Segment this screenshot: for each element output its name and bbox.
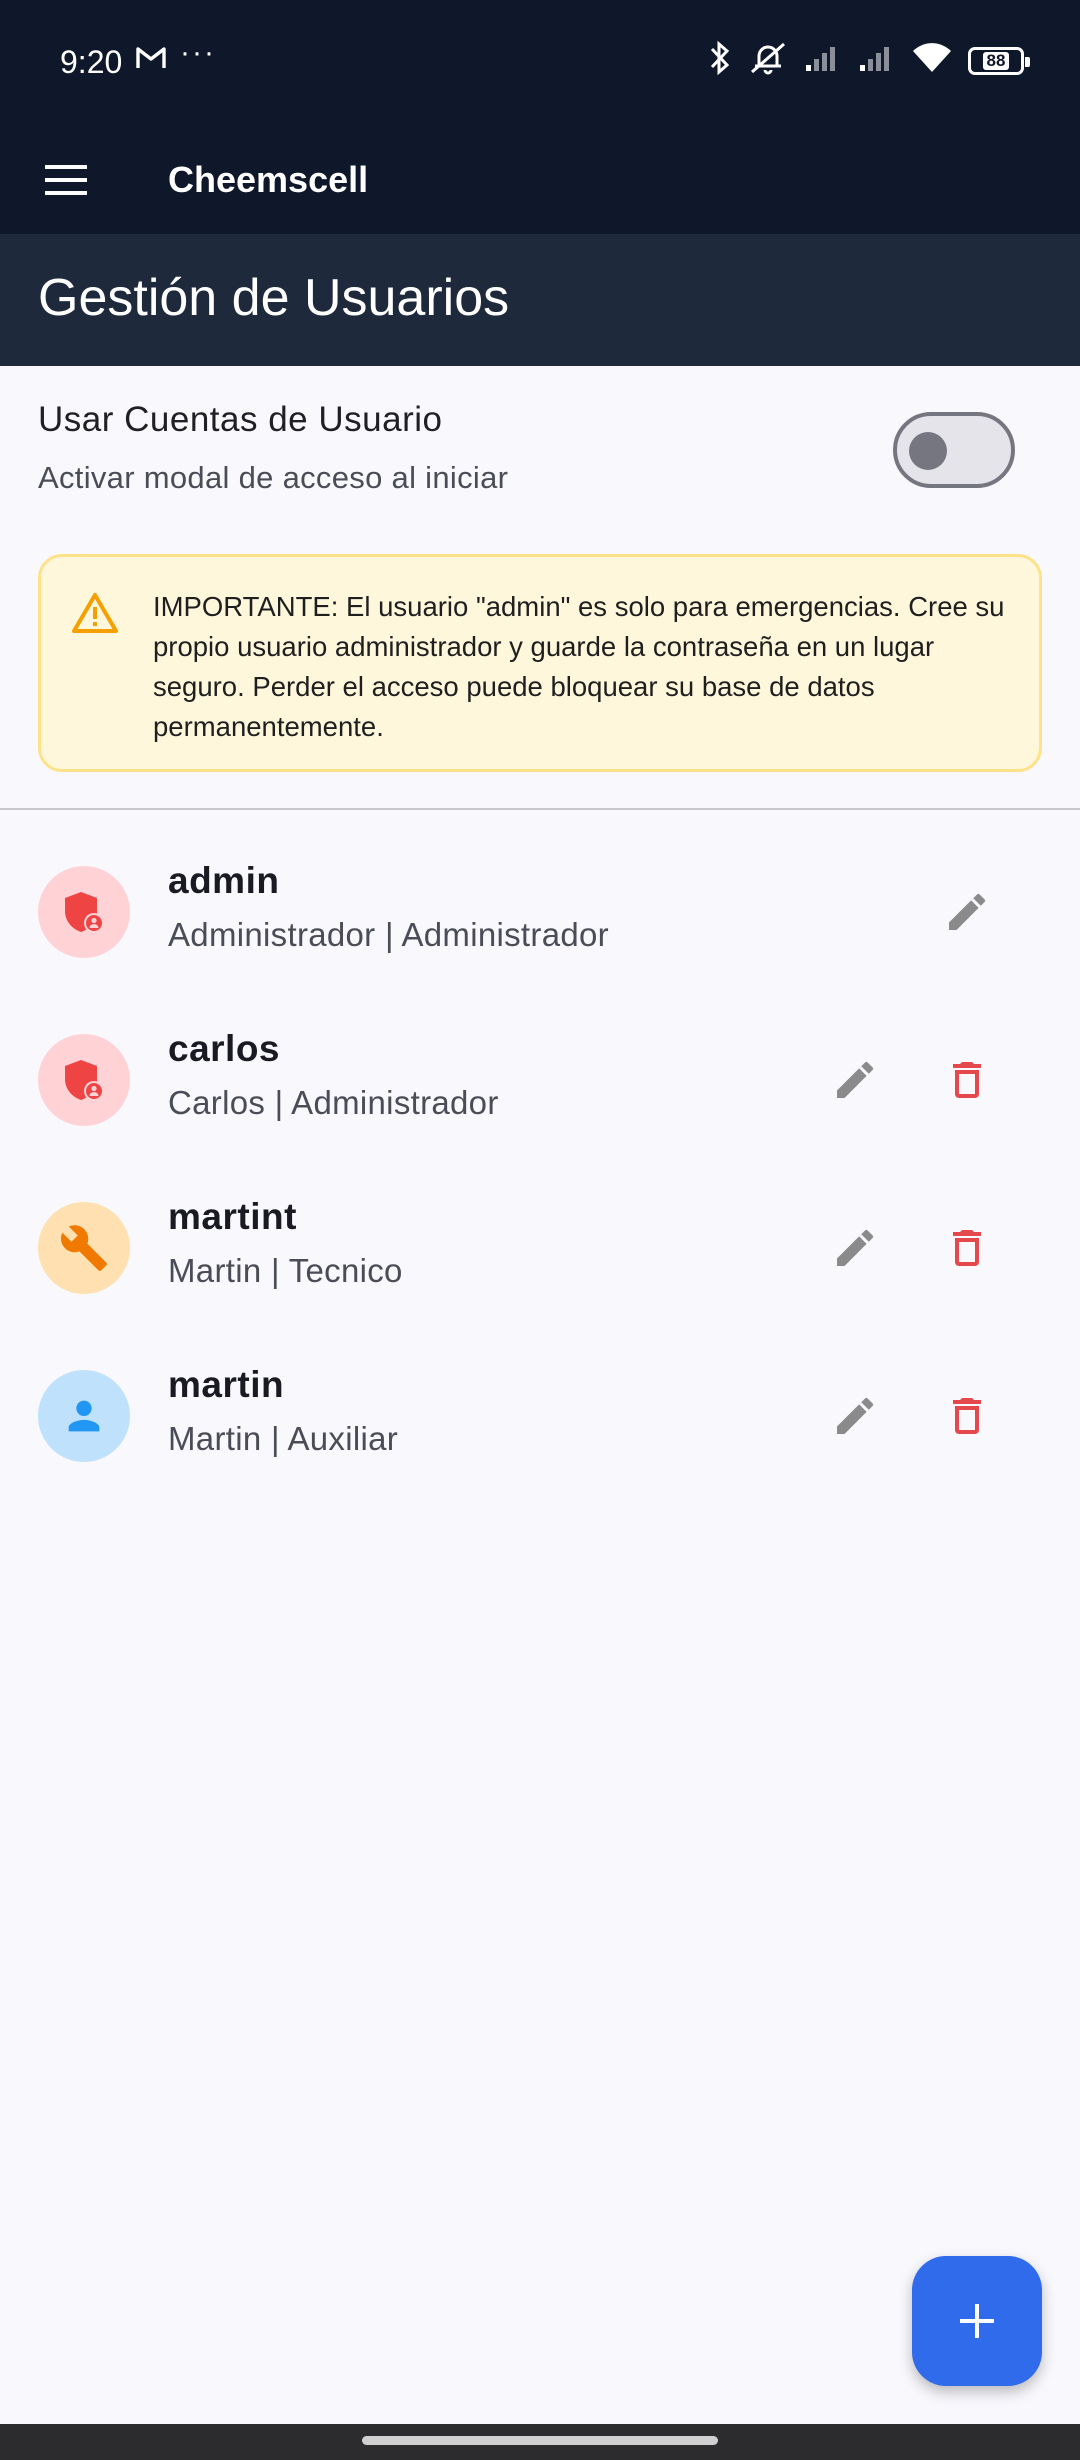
- user-details: Martin | Auxiliar: [168, 1420, 399, 1457]
- user-details: Carlos | Administrador: [168, 1084, 499, 1121]
- admin-shield-icon: [65, 1060, 104, 1101]
- avatar: [38, 1370, 130, 1462]
- user-accounts-toggle[interactable]: [893, 412, 1015, 488]
- battery-level: 88: [982, 51, 1010, 70]
- status-time: 9:20: [60, 44, 123, 80]
- divider: [0, 808, 1080, 810]
- home-gesture-handle[interactable]: [362, 2436, 718, 2445]
- battery-icon: 88: [968, 46, 1030, 75]
- setting-title: Usar Cuentas de Usuario: [38, 400, 443, 439]
- add-icon: [960, 2304, 994, 2338]
- user-name: admin: [168, 860, 280, 901]
- edit-button[interactable]: [815, 1376, 895, 1456]
- user-name: martin: [168, 1364, 285, 1405]
- user-details: Martin | Tecnico: [168, 1252, 403, 1289]
- toggle-knob: [909, 432, 947, 470]
- avatar: [38, 1034, 130, 1126]
- warning-icon: [71, 591, 119, 640]
- more-notifications-icon: ···: [180, 36, 216, 69]
- status-icons: 88: [708, 40, 1030, 81]
- user-row-carlos[interactable]: carlos Carlos | Administrador: [0, 998, 1080, 1166]
- trash-icon: [953, 1230, 981, 1266]
- wrench-icon: [60, 1225, 107, 1271]
- warning-text: IMPORTANTE: El usuario "admin" es solo p…: [153, 591, 1005, 742]
- app-bar: Cheemscell: [0, 128, 1080, 234]
- system-nav-bar: [0, 2424, 1080, 2460]
- trash-icon: [953, 1062, 981, 1098]
- app-title: Cheemscell: [168, 159, 369, 200]
- edit-button[interactable]: [815, 1208, 895, 1288]
- menu-icon: [45, 165, 87, 195]
- avatar: [38, 866, 130, 958]
- status-bar: 9:20 ··· 88: [0, 0, 1080, 128]
- wifi-icon: [912, 42, 952, 79]
- setting-subtitle: Activar modal de acceso al iniciar: [38, 460, 509, 495]
- menu-button[interactable]: [36, 150, 96, 210]
- edit-button[interactable]: [927, 872, 1007, 952]
- person-icon: [68, 1400, 100, 1432]
- trash-icon: [953, 1398, 981, 1434]
- user-name: martint: [168, 1196, 297, 1237]
- user-row-admin[interactable]: admin Administrador | Administrador: [0, 830, 1080, 998]
- silent-mode-icon: [748, 40, 788, 81]
- pencil-icon: [837, 1229, 874, 1266]
- page-header: Gestión de Usuarios: [0, 234, 1080, 366]
- user-name: carlos: [168, 1028, 281, 1069]
- pencil-icon: [837, 1061, 874, 1098]
- bluetooth-icon: [708, 40, 732, 81]
- admin-shield-icon: [65, 892, 104, 933]
- avatar: [38, 1202, 130, 1294]
- delete-button[interactable]: [927, 1040, 1007, 1120]
- screen: 9:20 ··· 88 Cheemscell Gestión de Usuari…: [0, 0, 1080, 2460]
- gmail-icon: [136, 46, 166, 75]
- edit-button[interactable]: [815, 1040, 895, 1120]
- signal-icon-2: [858, 43, 896, 78]
- pencil-icon: [837, 1397, 874, 1434]
- page-title: Gestión de Usuarios: [38, 269, 510, 327]
- signal-icon-1: [804, 43, 842, 78]
- user-details: Administrador | Administrador: [168, 916, 609, 953]
- delete-button[interactable]: [927, 1208, 1007, 1288]
- add-user-button[interactable]: [912, 2256, 1042, 2386]
- pencil-icon: [949, 893, 986, 930]
- delete-button[interactable]: [927, 1376, 1007, 1456]
- user-row-martin[interactable]: martin Martin | Auxiliar: [0, 1334, 1080, 1502]
- warning-card: IMPORTANTE: El usuario "admin" es solo p…: [38, 554, 1042, 772]
- user-row-martint[interactable]: martint Martin | Tecnico: [0, 1166, 1080, 1334]
